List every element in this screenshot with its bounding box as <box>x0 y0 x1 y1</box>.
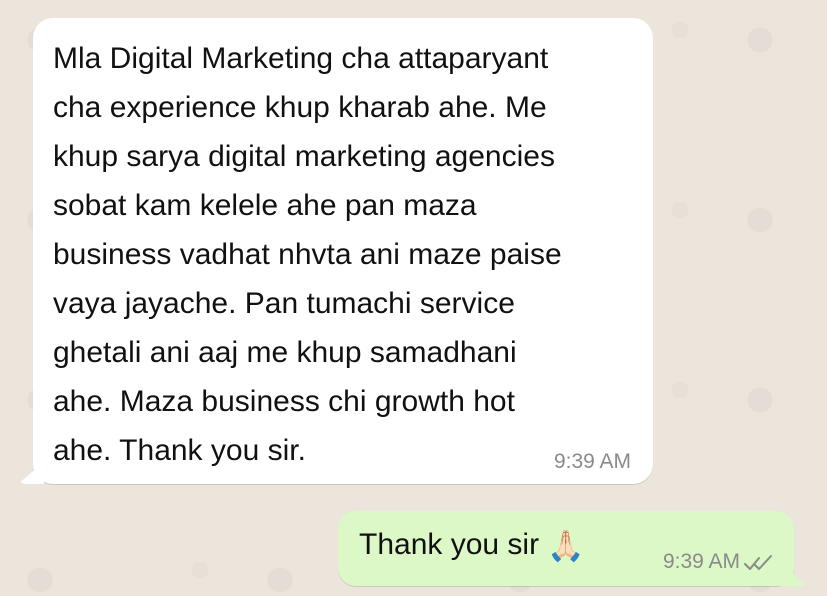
outgoing-message-text-row: Thank you sir 🙏🏻 <box>359 525 584 567</box>
outgoing-message-text: Thank you sir <box>359 528 540 561</box>
outgoing-message-time: 9:39 AM <box>662 550 740 573</box>
incoming-message-time: 9:39 AM <box>553 450 631 473</box>
outgoing-message-bubble[interactable]: Thank you sir 🙏🏻 9:39 AM <box>338 511 794 586</box>
double-check-icon <box>744 555 772 570</box>
incoming-message-bubble[interactable]: Mla Digital Marketing cha attaparyant ch… <box>33 18 653 484</box>
incoming-message-text: Mla Digital Marketing cha attaparyant ch… <box>53 42 562 467</box>
folded-hands-emoji: 🙏🏻 <box>547 530 585 563</box>
